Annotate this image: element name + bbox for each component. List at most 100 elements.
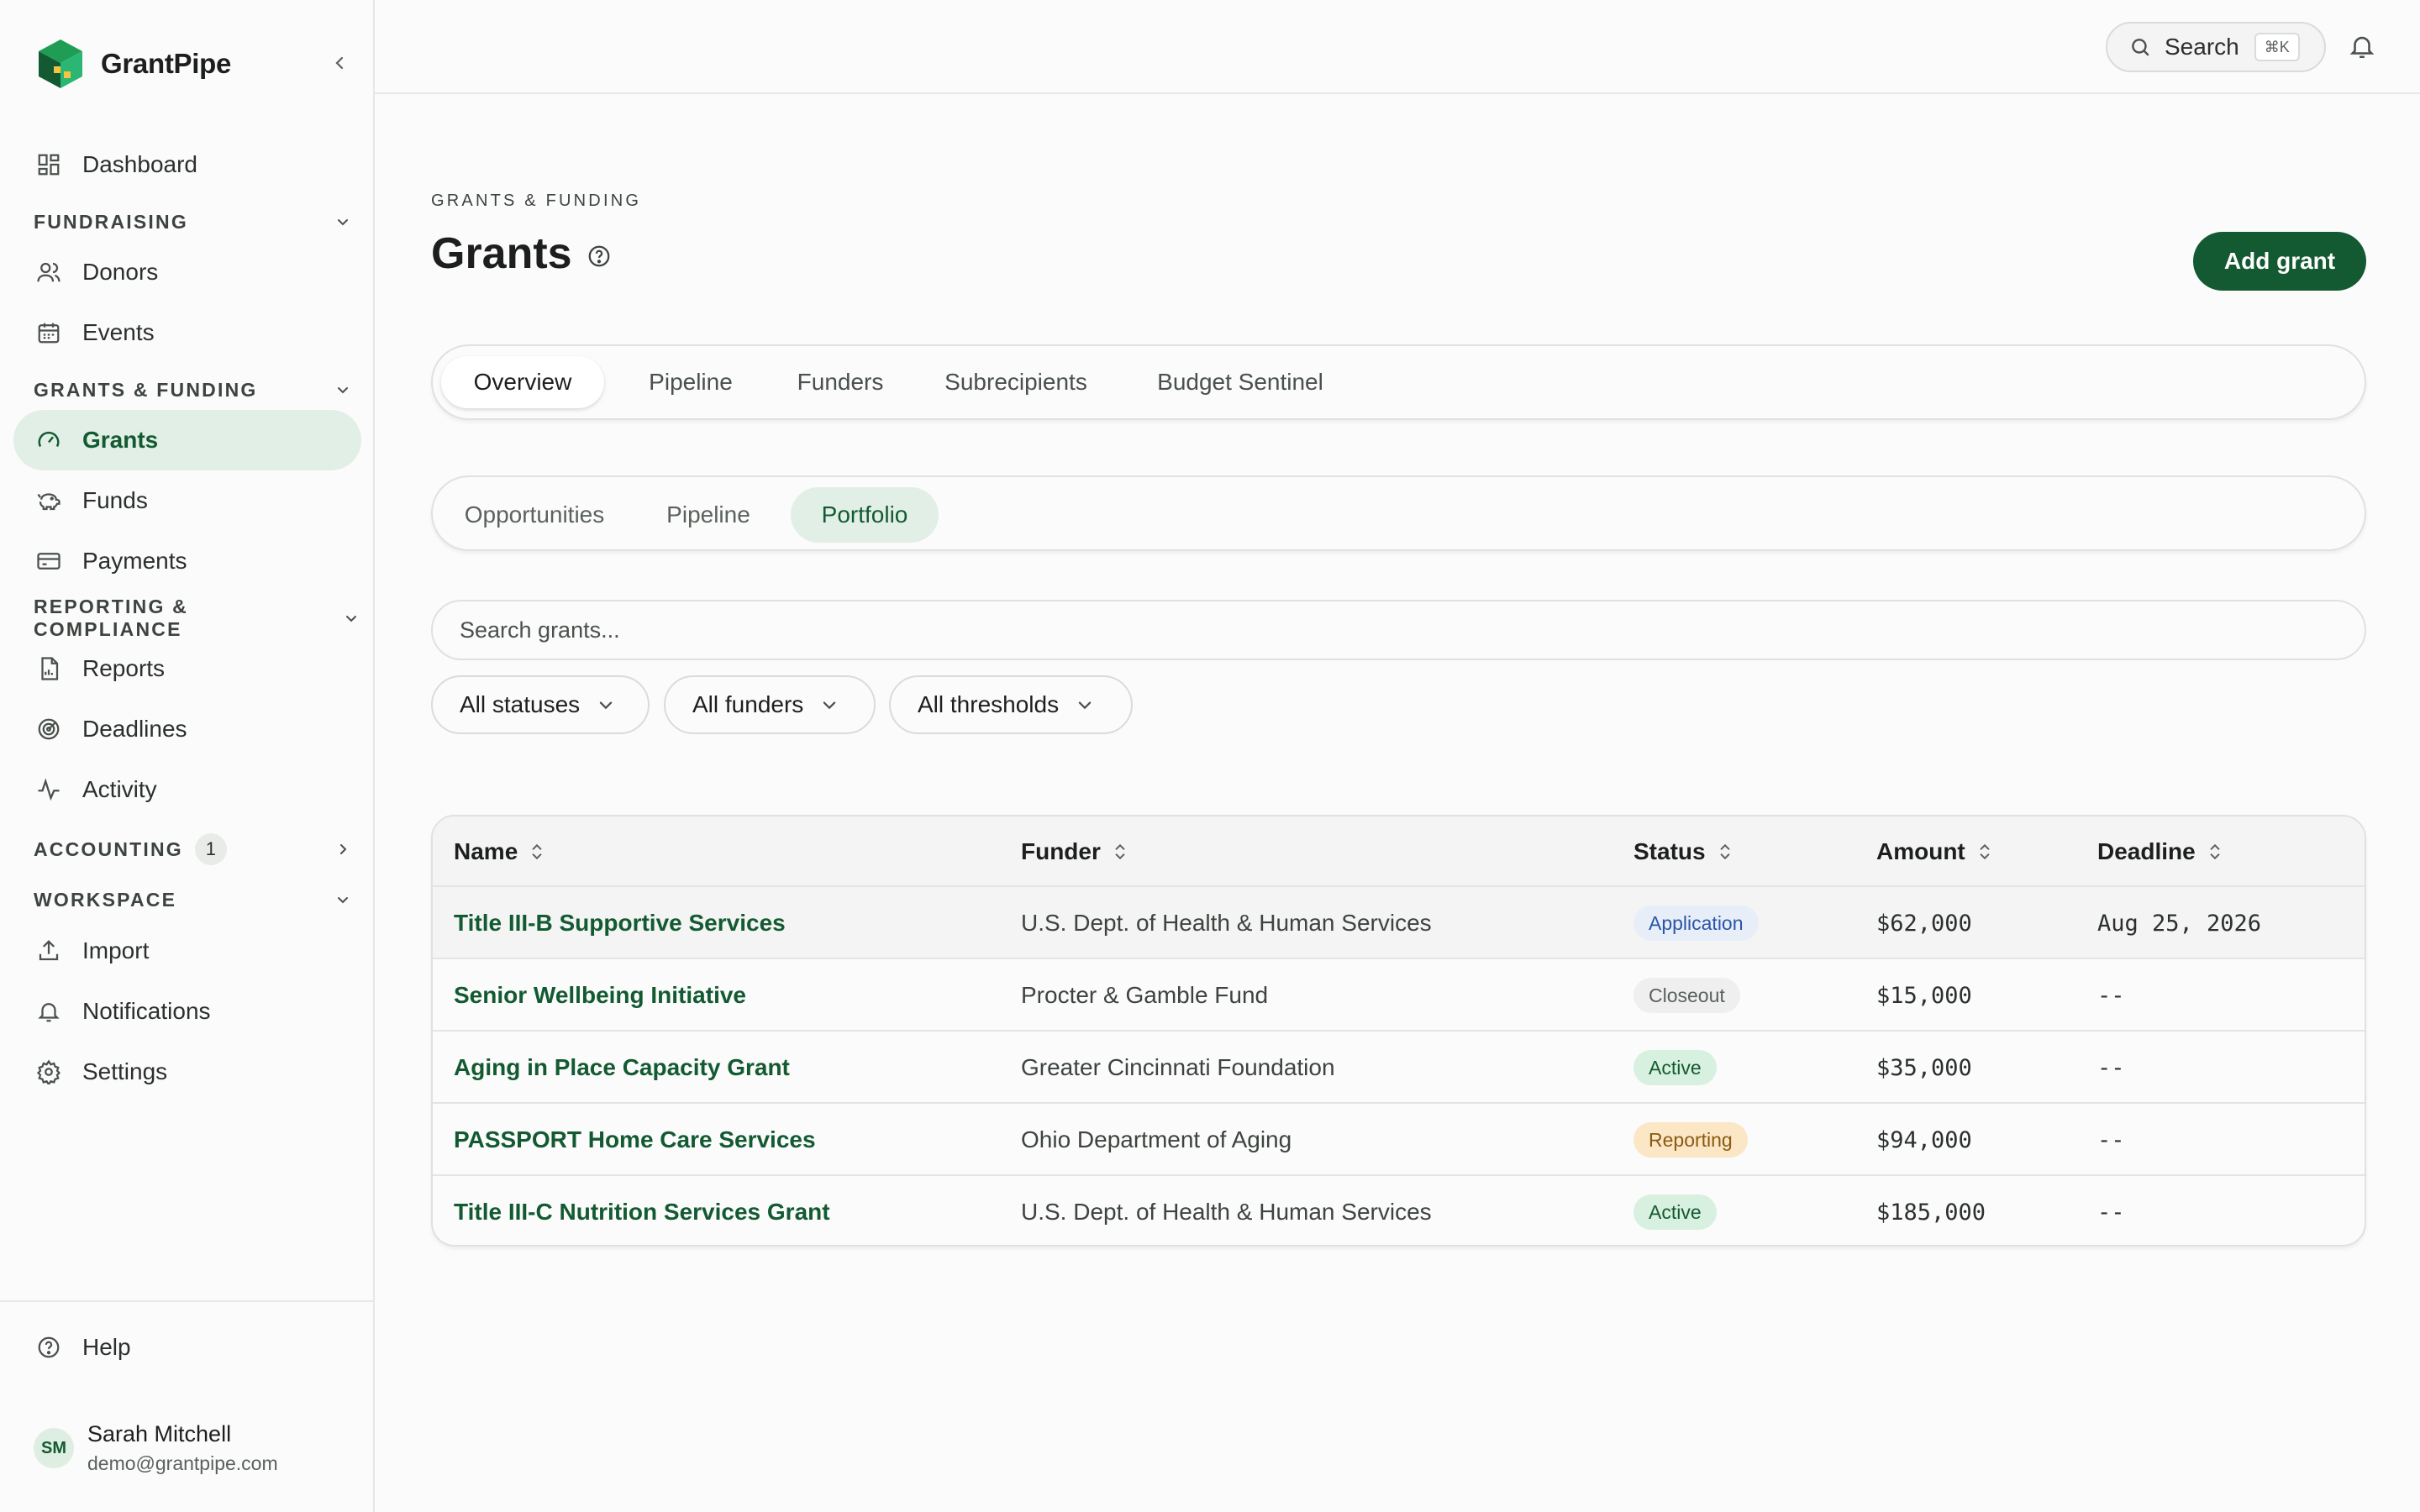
table-row[interactable]: Aging in Place Capacity Grant Greater Ci… <box>433 1032 2365 1104</box>
collapse-sidebar-button[interactable] <box>328 50 353 76</box>
activity-pulse-icon <box>35 776 62 803</box>
table-header: Name Funder Status Amount Deadline <box>433 816 2365 887</box>
accounting-count-badge: 1 <box>194 833 227 865</box>
sidebar-item-label: Grants <box>82 427 159 453</box>
threshold-filter[interactable]: All thresholds <box>889 675 1133 734</box>
add-grant-button[interactable]: Add grant <box>2193 232 2366 291</box>
amount-cell: $185,000 <box>1876 1199 1986 1226</box>
user-name: Sarah Mitchell <box>87 1421 232 1446</box>
sidebar-item-deadlines[interactable]: Deadlines <box>13 699 361 759</box>
brand[interactable]: GrantPipe <box>37 37 231 91</box>
funder-filter[interactable]: All funders <box>664 675 876 734</box>
sidebar-item-dashboard[interactable]: Dashboard <box>13 134 361 195</box>
table-row[interactable]: Title III-B Supportive Services U.S. Dep… <box>433 887 2365 959</box>
help-circle-icon <box>588 245 610 267</box>
breadcrumb: GRANTS & FUNDING <box>431 192 642 210</box>
chevron-right-icon <box>333 839 353 859</box>
search-button-label: Search <box>2165 34 2239 60</box>
table-row[interactable]: PASSPORT Home Care Services Ohio Departm… <box>433 1104 2365 1176</box>
subtab-opportunities[interactable]: Opportunities <box>441 487 628 543</box>
status-badge: Application <box>1634 906 1759 941</box>
bell-icon <box>35 998 62 1025</box>
sidebar-item-notifications[interactable]: Notifications <box>13 981 361 1042</box>
global-search-button[interactable]: Search ⌘K <box>2106 22 2326 72</box>
sidebar-item-label: Notifications <box>82 998 211 1024</box>
funder-cell: Procter & Gamble Fund <box>1021 982 1269 1008</box>
section-label: REPORTING & COMPLIANCE <box>34 596 188 640</box>
grant-name-link[interactable]: Title III-C Nutrition Services Grant <box>454 1176 830 1245</box>
sidebar: GrantPipe Dashboard FUNDRAISING Donors E… <box>0 0 375 1512</box>
chevron-down-icon <box>341 608 361 628</box>
sidebar-item-help[interactable]: Help <box>13 1317 361 1378</box>
column-header-funder[interactable]: Funder <box>1021 816 1128 887</box>
tab-funders[interactable]: Funders <box>769 356 912 408</box>
section-reporting-compliance[interactable]: REPORTING & COMPLIANCE <box>34 596 357 640</box>
notifications-button[interactable] <box>2348 32 2376 60</box>
grants-table: Name Funder Status Amount Deadline Title… <box>431 815 2366 1247</box>
grant-name-link[interactable]: Title III-B Supportive Services <box>454 887 786 959</box>
section-accounting[interactable]: ACCOUNTING 1 <box>34 832 353 866</box>
status-cell: Active <box>1634 1176 1717 1245</box>
section-fundraising[interactable]: FUNDRAISING <box>34 205 353 239</box>
users-icon <box>35 259 62 286</box>
tab-pipeline[interactable]: Pipeline <box>616 356 765 408</box>
sidebar-item-settings[interactable]: Settings <box>13 1042 361 1102</box>
sidebar-item-label: Dashboard <box>82 151 197 177</box>
filter-label: All statuses <box>460 691 581 717</box>
deadline-cell: -- <box>2097 1054 2125 1081</box>
section-grants-funding[interactable]: GRANTS & FUNDING <box>34 373 353 407</box>
sidebar-item-events[interactable]: Events <box>13 302 361 363</box>
page-help-button[interactable] <box>587 244 612 269</box>
sidebar-item-activity[interactable]: Activity <box>13 759 361 820</box>
sidebar-item-donors[interactable]: Donors <box>13 242 361 302</box>
chevron-down-icon <box>823 701 836 710</box>
grant-name-link[interactable]: PASSPORT Home Care Services <box>454 1104 816 1176</box>
chevron-down-icon <box>1078 701 1092 710</box>
grant-name-link[interactable]: Aging in Place Capacity Grant <box>454 1032 790 1104</box>
upload-icon <box>35 937 62 964</box>
column-header-amount[interactable]: Amount <box>1876 816 1992 887</box>
status-filter[interactable]: All statuses <box>431 675 650 734</box>
page-title: Grants <box>431 229 572 278</box>
sidebar-item-payments[interactable]: Payments <box>13 531 361 591</box>
dashboard-icon <box>35 151 62 178</box>
search-input[interactable] <box>431 600 2366 660</box>
column-header-name[interactable]: Name <box>454 816 544 887</box>
status-badge: Closeout <box>1634 978 1740 1013</box>
section-workspace[interactable]: WORKSPACE <box>34 883 353 916</box>
table-row[interactable]: Senior Wellbeing Initiative Procter & Ga… <box>433 959 2365 1032</box>
status-cell: Active <box>1634 1032 1717 1104</box>
status-cell: Reporting <box>1634 1104 1748 1176</box>
chevron-down-icon <box>333 212 353 232</box>
sidebar-item-grants[interactable]: Grants <box>13 410 361 470</box>
section-label: ACCOUNTING <box>34 837 183 860</box>
sidebar-item-label: Reports <box>82 655 166 681</box>
column-header-deadline[interactable]: Deadline <box>2097 816 2223 887</box>
amount-cell: $15,000 <box>1876 982 1972 1009</box>
amount-cell: $62,000 <box>1876 910 1972 937</box>
tab-budget-sentinel[interactable]: Budget Sentinel <box>1120 356 1360 408</box>
sidebar-item-import[interactable]: Import <box>13 921 361 981</box>
amount-cell: $35,000 <box>1876 1054 1972 1081</box>
table-row[interactable]: Title III-C Nutrition Services Grant U.S… <box>433 1176 2365 1245</box>
chevron-down-icon <box>599 701 613 710</box>
grant-name-link[interactable]: Senior Wellbeing Initiative <box>454 959 746 1032</box>
tab-subrecipients[interactable]: Subrecipients <box>917 356 1115 408</box>
column-label: Name <box>454 838 518 864</box>
column-header-status[interactable]: Status <box>1634 816 1733 887</box>
sidebar-item-funds[interactable]: Funds <box>13 470 361 531</box>
funder-cell: Ohio Department of Aging <box>1021 1126 1292 1152</box>
subtab-portfolio[interactable]: Portfolio <box>791 487 939 543</box>
status-badge: Active <box>1634 1050 1717 1085</box>
gear-icon <box>35 1058 62 1085</box>
target-icon <box>35 716 62 743</box>
subtab-pipeline[interactable]: Pipeline <box>638 487 779 543</box>
column-label: Status <box>1634 838 1706 864</box>
chevron-down-icon <box>333 380 353 400</box>
sidebar-item-reports[interactable]: Reports <box>13 638 361 699</box>
tab-overview[interactable]: Overview <box>441 356 604 408</box>
user-email: demo@grantpipe.com <box>87 1452 278 1474</box>
user-profile[interactable]: SM Sarah Mitchell demo@grantpipe.com <box>34 1421 278 1475</box>
chevron-left-icon <box>335 56 344 70</box>
sub-tabs: Opportunities Pipeline Portfolio <box>431 475 2366 551</box>
